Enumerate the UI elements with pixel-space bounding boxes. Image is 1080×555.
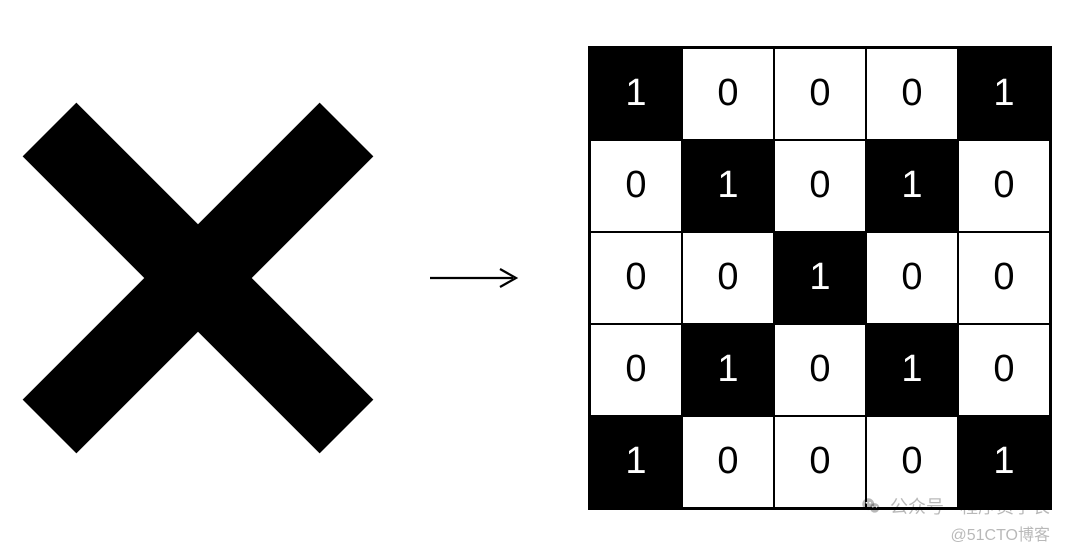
- grid-cell: 0: [866, 232, 958, 324]
- grid-cell: 0: [682, 232, 774, 324]
- grid-cell: 0: [590, 324, 682, 416]
- grid-cell: 0: [682, 48, 774, 140]
- grid-cell: 0: [774, 48, 866, 140]
- grid-cell: 1: [590, 416, 682, 508]
- grid-cell: 1: [866, 324, 958, 416]
- arrow-icon: [428, 263, 528, 293]
- grid-cell: 1: [774, 232, 866, 324]
- wechat-icon: [860, 495, 882, 517]
- watermark-line1: 公众号 · 程序员学长: [860, 493, 1050, 519]
- grid-cell: 1: [682, 140, 774, 232]
- watermark-text-2: @51CTO博客: [950, 521, 1050, 545]
- grid-cell: 0: [866, 48, 958, 140]
- grid-cell: 0: [958, 232, 1050, 324]
- grid-cell: 0: [958, 140, 1050, 232]
- grid-cell: 0: [590, 140, 682, 232]
- grid-cell: 1: [866, 140, 958, 232]
- watermark-line2: @51CTO博客: [950, 521, 1050, 545]
- grid-cell: 0: [682, 416, 774, 508]
- grid-cell: 0: [958, 324, 1050, 416]
- grid-cell: 1: [590, 48, 682, 140]
- watermark-text-1: 公众号 · 程序员学长: [890, 493, 1050, 519]
- grid-cell: 1: [682, 324, 774, 416]
- binary-grid: 1 0 0 0 1 0 1 0 1 0 0 0 1 0 0 0 1 0 1 0 …: [588, 46, 1052, 510]
- x-symbol: [28, 108, 368, 448]
- diagram-container: 1 0 0 0 1 0 1 0 1 0 0 0 1 0 0 0 1 0 1 0 …: [0, 0, 1080, 555]
- grid-cell: 0: [774, 416, 866, 508]
- grid-cell: 1: [958, 48, 1050, 140]
- grid-cell: 0: [774, 140, 866, 232]
- grid-cell: 0: [590, 232, 682, 324]
- grid-cell: 0: [774, 324, 866, 416]
